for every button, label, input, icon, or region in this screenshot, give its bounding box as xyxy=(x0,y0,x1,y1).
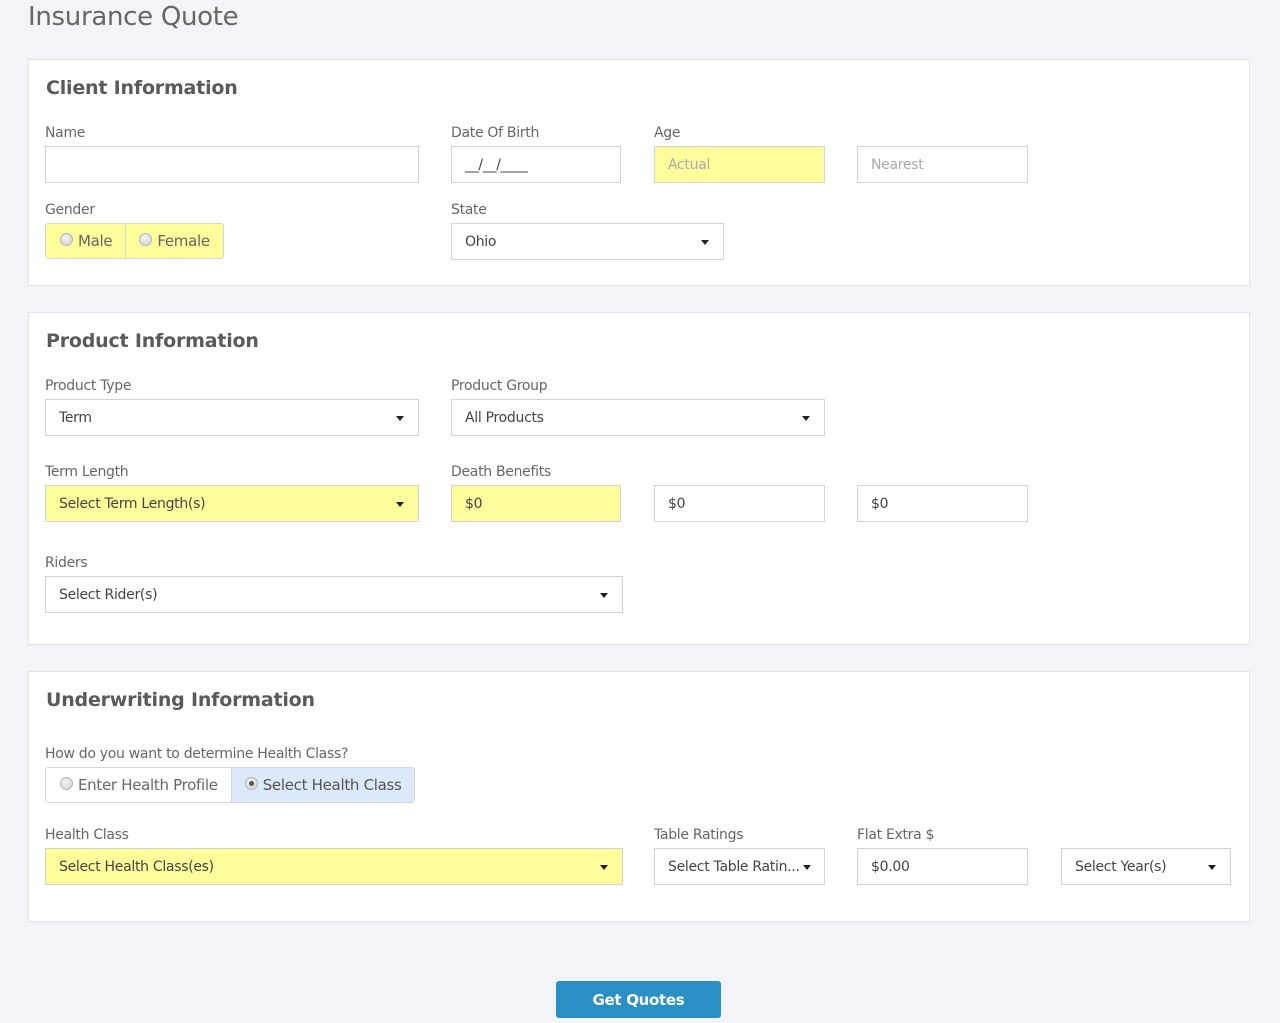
product-type-label: Product Type xyxy=(45,378,132,394)
term-length-value: Select Term Length(s) xyxy=(59,495,206,512)
gender-option-male[interactable]: Male xyxy=(46,224,126,258)
product-information-panel: Product Information Product Type Term Pr… xyxy=(28,312,1250,645)
table-ratings-label: Table Ratings xyxy=(654,827,744,843)
table-ratings-value: Select Table Ratin... xyxy=(668,858,800,875)
radio-checked-icon xyxy=(244,776,258,790)
health-class-value: Select Health Class(es) xyxy=(59,858,214,875)
years-select[interactable]: Select Year(s) xyxy=(1061,848,1231,885)
health-method-radio-group: Enter Health Profile Select Health Class xyxy=(45,767,415,803)
gender-option-label: Female xyxy=(157,232,210,250)
product-group-select[interactable]: All Products xyxy=(451,399,825,436)
underwriting-information-title: Underwriting Information xyxy=(46,689,315,711)
caret-down-icon xyxy=(701,239,709,245)
riders-value: Select Rider(s) xyxy=(59,586,158,603)
dob-input[interactable]: __/__/____ xyxy=(451,146,621,183)
health-method-option-label: Select Health Class xyxy=(262,776,402,794)
underwriting-information-panel: Underwriting Information How do you want… xyxy=(28,671,1250,922)
caret-down-icon xyxy=(1208,864,1216,870)
death-benefit-input-1[interactable]: $0 xyxy=(451,485,621,522)
product-type-select[interactable]: Term xyxy=(45,399,419,436)
state-select[interactable]: Ohio xyxy=(451,223,724,260)
gender-option-female[interactable]: Female xyxy=(125,224,223,258)
health-method-option-select-class[interactable]: Select Health Class xyxy=(230,768,414,802)
caret-down-icon xyxy=(802,415,810,421)
death-benefit-input-2[interactable]: $0 xyxy=(654,485,825,522)
caret-down-icon xyxy=(396,415,404,421)
product-group-value: All Products xyxy=(465,409,544,426)
health-class-select[interactable]: Select Health Class(es) xyxy=(45,848,623,885)
flat-extra-input[interactable]: $0.00 xyxy=(857,848,1028,885)
years-value: Select Year(s) xyxy=(1075,858,1167,875)
get-quotes-button[interactable]: Get Quotes xyxy=(556,981,721,1018)
radio-icon xyxy=(60,776,73,790)
term-length-label: Term Length xyxy=(45,464,129,480)
caret-down-icon xyxy=(600,864,608,870)
age-actual-input[interactable]: Actual xyxy=(654,146,825,183)
caret-down-icon xyxy=(600,592,608,598)
riders-label: Riders xyxy=(45,555,88,571)
age-label: Age xyxy=(654,125,681,141)
age-nearest-input[interactable]: Nearest xyxy=(857,146,1028,183)
client-information-title: Client Information xyxy=(46,77,238,99)
riders-select[interactable]: Select Rider(s) xyxy=(45,576,623,613)
name-label: Name xyxy=(45,125,86,141)
product-type-value: Term xyxy=(59,409,92,426)
health-class-label: Health Class xyxy=(45,827,129,843)
product-group-label: Product Group xyxy=(451,378,548,394)
client-information-panel: Client Information Name Date Of Birth __… xyxy=(28,59,1250,286)
health-method-label: How do you want to determine Health Clas… xyxy=(45,746,349,762)
health-method-option-enter-profile[interactable]: Enter Health Profile xyxy=(46,768,231,802)
caret-down-icon xyxy=(396,501,404,507)
state-label: State xyxy=(451,202,487,218)
flat-extra-label: Flat Extra $ xyxy=(857,827,935,843)
state-select-value: Ohio xyxy=(465,233,497,250)
caret-down-icon xyxy=(803,864,811,870)
page-title: Insurance Quote xyxy=(28,2,239,32)
gender-label: Gender xyxy=(45,202,95,218)
product-information-title: Product Information xyxy=(46,330,259,352)
radio-icon xyxy=(60,232,73,246)
death-benefit-input-3[interactable]: $0 xyxy=(857,485,1028,522)
death-benefits-label: Death Benefits xyxy=(451,464,551,480)
dob-label: Date Of Birth xyxy=(451,125,540,141)
gender-option-label: Male xyxy=(78,232,113,250)
radio-icon xyxy=(139,232,153,246)
term-length-select[interactable]: Select Term Length(s) xyxy=(45,485,419,522)
table-ratings-select[interactable]: Select Table Ratin... xyxy=(654,848,825,885)
health-method-option-label: Enter Health Profile xyxy=(78,776,218,794)
name-input[interactable] xyxy=(45,146,419,183)
gender-radio-group: Male Female xyxy=(45,223,224,259)
